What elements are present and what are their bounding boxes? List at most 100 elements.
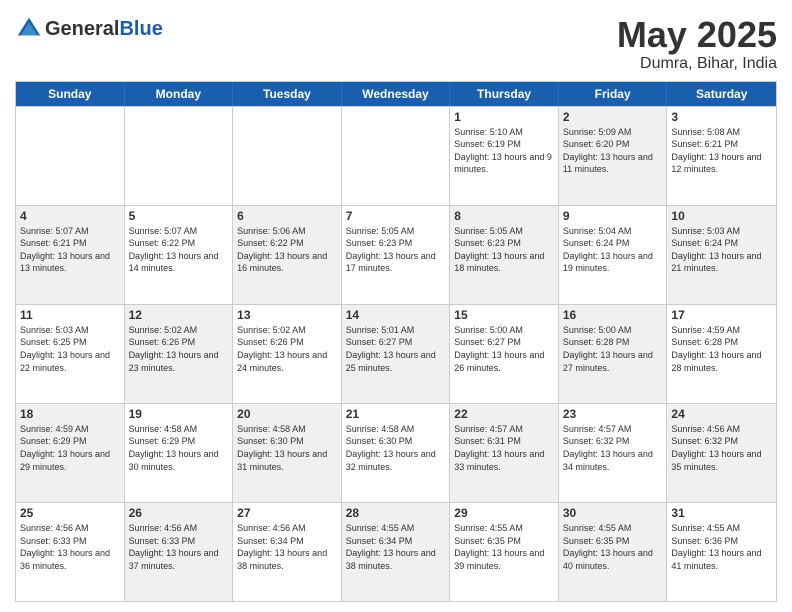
calendar-row-3: 11 Sunrise: 5:03 AM Sunset: 6:25 PM Dayli… — [16, 304, 776, 403]
day-detail: Sunrise: 4:57 AM Sunset: 6:31 PM Dayligh… — [454, 423, 554, 473]
day-cell-19: 19Sunrise: 4:58 AM Sunset: 6:29 PM Dayli… — [125, 404, 234, 502]
day-detail: Sunrise: 4:56 AM Sunset: 6:34 PM Dayligh… — [237, 522, 337, 572]
day-detail: Sunrise: 5:09 AM Sunset: 6:20 PM Dayligh… — [563, 126, 663, 176]
day-detail: Sunrise: 5:03 AM Sunset: 6:24 PM Dayligh… — [671, 225, 772, 275]
day-cell-31: 31Sunrise: 4:55 AM Sunset: 6:36 PM Dayli… — [667, 503, 776, 601]
calendar-body: 1 Sunrise: 5:10 AM Sunset: 6:19 PM Daylig… — [16, 106, 776, 601]
day-number: 7 — [346, 209, 446, 223]
day-number: 27 — [237, 506, 337, 520]
day-cell-30: 30 Sunrise: 4:55 AM Sunset: 6:35 PM Dayli… — [559, 503, 668, 601]
day-cell-11: 11 Sunrise: 5:03 AM Sunset: 6:25 PM Dayli… — [16, 305, 125, 403]
day-number: 23 — [563, 407, 663, 421]
day-cell-15: 15 Sunrise: 5:00 AM Sunset: 6:27 PM Dayli… — [450, 305, 559, 403]
day-number: 30 — [563, 506, 663, 520]
day-detail: Sunrise: 4:56 AM Sunset: 6:33 PM Dayligh… — [129, 522, 229, 572]
header-day-monday: Monday — [125, 82, 234, 106]
day-detail: Sunrise: 5:05 AM Sunset: 6:23 PM Dayligh… — [346, 225, 446, 275]
day-cell-2: 2 Sunrise: 5:09 AM Sunset: 6:20 PM Daylig… — [559, 107, 668, 205]
day-cell-13: 13 Sunrise: 5:02 AM Sunset: 6:26 PM Dayli… — [233, 305, 342, 403]
day-number: 19 — [129, 407, 229, 421]
calendar-row-4: 18Sunrise: 4:59 AM Sunset: 6:29 PM Dayli… — [16, 403, 776, 502]
header: GeneralBlue May 2025 Dumra, Bihar, India — [15, 15, 777, 73]
day-number: 20 — [237, 407, 337, 421]
day-number: 17 — [671, 308, 772, 322]
day-number: 29 — [454, 506, 554, 520]
day-detail: Sunrise: 5:02 AM Sunset: 6:26 PM Dayligh… — [129, 324, 229, 374]
empty-cell — [125, 107, 234, 205]
day-detail: Sunrise: 5:02 AM Sunset: 6:26 PM Dayligh… — [237, 324, 337, 374]
day-detail: Sunrise: 4:57 AM Sunset: 6:32 PM Dayligh… — [563, 423, 663, 473]
day-number: 1 — [454, 110, 554, 124]
day-detail: Sunrise: 5:03 AM Sunset: 6:25 PM Dayligh… — [20, 324, 120, 374]
empty-cell — [16, 107, 125, 205]
day-cell-14: 14Sunrise: 5:01 AM Sunset: 6:27 PM Dayli… — [342, 305, 451, 403]
day-detail: Sunrise: 4:59 AM Sunset: 6:29 PM Dayligh… — [20, 423, 120, 473]
day-number: 10 — [671, 209, 772, 223]
day-detail: Sunrise: 5:08 AM Sunset: 6:21 PM Dayligh… — [671, 126, 772, 176]
day-cell-20: 20Sunrise: 4:58 AM Sunset: 6:30 PM Dayli… — [233, 404, 342, 502]
day-number: 4 — [20, 209, 120, 223]
calendar-row-2: 4Sunrise: 5:07 AM Sunset: 6:21 PM Daylig… — [16, 205, 776, 304]
day-number: 22 — [454, 407, 554, 421]
page: GeneralBlue May 2025 Dumra, Bihar, India… — [0, 0, 792, 612]
day-number: 12 — [129, 308, 229, 322]
calendar-header: SundayMondayTuesdayWednesdayThursdayFrid… — [16, 82, 776, 106]
day-number: 28 — [346, 506, 446, 520]
day-cell-8: 8 Sunrise: 5:05 AM Sunset: 6:23 PM Daylig… — [450, 206, 559, 304]
day-cell-10: 10 Sunrise: 5:03 AM Sunset: 6:24 PM Dayli… — [667, 206, 776, 304]
day-number: 15 — [454, 308, 554, 322]
header-day-wednesday: Wednesday — [342, 82, 451, 106]
day-cell-1: 1 Sunrise: 5:10 AM Sunset: 6:19 PM Daylig… — [450, 107, 559, 205]
day-number: 21 — [346, 407, 446, 421]
logo: GeneralBlue — [15, 15, 163, 43]
day-cell-5: 5 Sunrise: 5:07 AM Sunset: 6:22 PM Daylig… — [125, 206, 234, 304]
day-detail: Sunrise: 5:04 AM Sunset: 6:24 PM Dayligh… — [563, 225, 663, 275]
day-cell-6: 6 Sunrise: 5:06 AM Sunset: 6:22 PM Daylig… — [233, 206, 342, 304]
day-cell-26: 26Sunrise: 4:56 AM Sunset: 6:33 PM Dayli… — [125, 503, 234, 601]
day-detail: Sunrise: 4:56 AM Sunset: 6:32 PM Dayligh… — [671, 423, 772, 473]
header-day-friday: Friday — [559, 82, 668, 106]
header-day-saturday: Saturday — [667, 82, 776, 106]
header-day-thursday: Thursday — [450, 82, 559, 106]
day-number: 8 — [454, 209, 554, 223]
header-day-tuesday: Tuesday — [233, 82, 342, 106]
day-detail: Sunrise: 5:07 AM Sunset: 6:22 PM Dayligh… — [129, 225, 229, 275]
day-number: 5 — [129, 209, 229, 223]
day-number: 16 — [563, 308, 663, 322]
calendar-row-1: 1 Sunrise: 5:10 AM Sunset: 6:19 PM Daylig… — [16, 106, 776, 205]
day-cell-21: 21 Sunrise: 4:58 AM Sunset: 6:30 PM Dayli… — [342, 404, 451, 502]
day-detail: Sunrise: 5:05 AM Sunset: 6:23 PM Dayligh… — [454, 225, 554, 275]
day-detail: Sunrise: 5:00 AM Sunset: 6:27 PM Dayligh… — [454, 324, 554, 374]
day-cell-23: 23 Sunrise: 4:57 AM Sunset: 6:32 PM Dayli… — [559, 404, 668, 502]
day-detail: Sunrise: 4:56 AM Sunset: 6:33 PM Dayligh… — [20, 522, 120, 572]
day-cell-24: 24Sunrise: 4:56 AM Sunset: 6:32 PM Dayli… — [667, 404, 776, 502]
day-cell-27: 27 Sunrise: 4:56 AM Sunset: 6:34 PM Dayli… — [233, 503, 342, 601]
day-detail: Sunrise: 5:00 AM Sunset: 6:28 PM Dayligh… — [563, 324, 663, 374]
day-number: 6 — [237, 209, 337, 223]
calendar: SundayMondayTuesdayWednesdayThursdayFrid… — [15, 81, 777, 602]
day-detail: Sunrise: 4:58 AM Sunset: 6:30 PM Dayligh… — [346, 423, 446, 473]
header-day-sunday: Sunday — [16, 82, 125, 106]
logo-text: GeneralBlue — [45, 18, 163, 41]
day-detail: Sunrise: 4:55 AM Sunset: 6:35 PM Dayligh… — [563, 522, 663, 572]
day-detail: Sunrise: 4:59 AM Sunset: 6:28 PM Dayligh… — [671, 324, 772, 374]
day-cell-18: 18Sunrise: 4:59 AM Sunset: 6:29 PM Dayli… — [16, 404, 125, 502]
day-cell-4: 4Sunrise: 5:07 AM Sunset: 6:21 PM Daylig… — [16, 206, 125, 304]
day-cell-12: 12 Sunrise: 5:02 AM Sunset: 6:26 PM Dayli… — [125, 305, 234, 403]
day-number: 11 — [20, 308, 120, 322]
day-detail: Sunrise: 4:55 AM Sunset: 6:36 PM Dayligh… — [671, 522, 772, 572]
day-cell-9: 9Sunrise: 5:04 AM Sunset: 6:24 PM Daylig… — [559, 206, 668, 304]
day-detail: Sunrise: 5:10 AM Sunset: 6:19 PM Dayligh… — [454, 126, 554, 176]
day-detail: Sunrise: 4:55 AM Sunset: 6:35 PM Dayligh… — [454, 522, 554, 572]
day-detail: Sunrise: 4:55 AM Sunset: 6:34 PM Dayligh… — [346, 522, 446, 572]
logo-icon — [15, 15, 43, 43]
day-detail: Sunrise: 5:06 AM Sunset: 6:22 PM Dayligh… — [237, 225, 337, 275]
day-number: 25 — [20, 506, 120, 520]
day-number: 3 — [671, 110, 772, 124]
day-number: 2 — [563, 110, 663, 124]
empty-cell — [342, 107, 451, 205]
day-detail: Sunrise: 5:01 AM Sunset: 6:27 PM Dayligh… — [346, 324, 446, 374]
day-number: 13 — [237, 308, 337, 322]
day-cell-29: 29 Sunrise: 4:55 AM Sunset: 6:35 PM Dayli… — [450, 503, 559, 601]
title-location: Dumra, Bihar, India — [617, 55, 777, 73]
